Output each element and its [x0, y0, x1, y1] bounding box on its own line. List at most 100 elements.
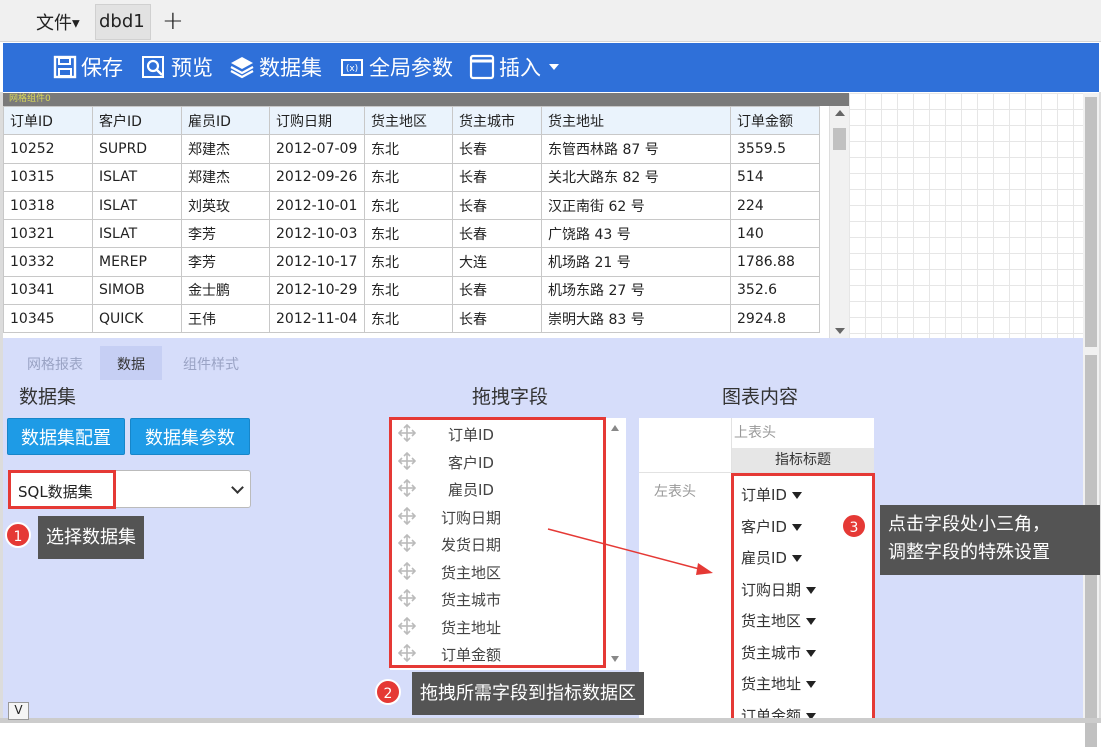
global-params-button[interactable]: (x) 全局参数	[339, 51, 453, 83]
table-cell[interactable]: SIMOB	[92, 275, 182, 306]
table-cell[interactable]: 长春	[452, 134, 542, 164]
table-cell[interactable]: 李芳	[181, 247, 270, 277]
table-scrollbar[interactable]	[829, 106, 849, 338]
table-cell[interactable]: 长春	[452, 304, 542, 334]
tab-grid-report[interactable]: 网格报表	[11, 346, 99, 380]
table-cell[interactable]: 10341	[3, 275, 93, 306]
table-cell[interactable]: 李芳	[181, 219, 270, 249]
tab-component-style[interactable]: 组件样式	[166, 346, 256, 380]
table-cell[interactable]: 关北大路东 82 号	[541, 162, 731, 192]
table-cell[interactable]: 金士鹏	[181, 275, 270, 306]
table-cell[interactable]: SUPRD	[92, 134, 182, 164]
table-cell[interactable]: 东北	[364, 219, 453, 249]
table-header[interactable]: 货主城市	[452, 106, 542, 136]
design-canvas-grid[interactable]	[849, 93, 1083, 338]
table-cell[interactable]: 汉正南街 62 号	[541, 190, 731, 221]
table-cell[interactable]: 2924.8	[730, 304, 820, 334]
table-cell[interactable]: 2012-07-09	[269, 134, 365, 164]
tab-dbd1[interactable]: dbd1	[95, 4, 151, 40]
table-cell[interactable]: ISLAT	[92, 219, 182, 249]
preview-button[interactable]: 预览	[141, 51, 213, 83]
table-cell[interactable]: 224	[730, 190, 820, 221]
layers-icon	[230, 57, 254, 79]
table-cell[interactable]: 崇明大路 83 号	[541, 304, 731, 334]
table-row[interactable]: 10252 SUPRD 郑建杰 2012-07-09 东北 长春 东管西林路 87 号 355…	[3, 134, 820, 164]
page-scrollbar[interactable]	[1083, 93, 1099, 747]
table-header[interactable]: 货主地址	[541, 106, 731, 136]
table-cell[interactable]: 10315	[3, 162, 93, 192]
table-cell[interactable]: 长春	[452, 275, 542, 306]
table-cell[interactable]: 郑建杰	[181, 134, 270, 164]
table-cell[interactable]: 东北	[364, 247, 453, 277]
table-cell[interactable]: 长春	[452, 219, 542, 249]
table-cell[interactable]: 3559.5	[730, 134, 820, 164]
file-menu[interactable]: 文件▼	[36, 9, 80, 35]
save-button[interactable]: 保存	[53, 51, 123, 83]
table-cell[interactable]: QUICK	[92, 304, 182, 334]
table-cell[interactable]: 10321	[3, 219, 93, 249]
table-cell[interactable]: 刘英玫	[181, 190, 270, 221]
table-row[interactable]: 10332 MEREP 李芳 2012-10-17 东北 大连 机场路 21 号 1786.8…	[3, 247, 820, 277]
table-cell[interactable]: 长春	[452, 190, 542, 221]
table-row[interactable]: 10341 SIMOB 金士鹏 2012-10-29 东北 长春 机场东路 27 号 352.…	[3, 275, 820, 306]
table-header[interactable]: 货主地区	[364, 106, 453, 136]
grid-component-bar[interactable]: 网格组件0	[3, 93, 849, 106]
table-header[interactable]: 客户ID	[92, 106, 182, 136]
table-cell[interactable]: 东管西林路 87 号	[541, 134, 731, 164]
dataset-button[interactable]: 数据集	[229, 51, 322, 83]
table-cell[interactable]: 东北	[364, 190, 453, 221]
table-cell[interactable]: 514	[730, 162, 820, 192]
table-header[interactable]: 订购日期	[269, 106, 365, 136]
table-cell[interactable]: ISLAT	[92, 162, 182, 192]
table-cell[interactable]: 王伟	[181, 304, 270, 334]
table-cell[interactable]: 140	[730, 219, 820, 249]
dataset-params-button[interactable]: 数据集参数	[130, 418, 250, 455]
table-cell[interactable]: 2012-10-17	[269, 247, 365, 277]
table-cell[interactable]: 10332	[3, 247, 93, 277]
table-row[interactable]: 10315 ISLAT 郑建杰 2012-09-26 东北 长春 关北大路东 82 号 514	[3, 162, 820, 192]
scroll-down-icon[interactable]	[611, 656, 619, 662]
table-cell[interactable]: 2012-09-26	[269, 162, 365, 192]
table-cell[interactable]: 东北	[364, 275, 453, 306]
dataset-config-button[interactable]: 数据集配置	[7, 418, 125, 455]
table-cell[interactable]: 2012-10-29	[269, 275, 365, 306]
table-cell[interactable]: 2012-11-04	[269, 304, 365, 334]
table-cell[interactable]: 10252	[3, 134, 93, 164]
table-cell[interactable]: 2012-10-01	[269, 190, 365, 221]
table-cell[interactable]: 东北	[364, 304, 453, 334]
table-header[interactable]: 订单金额	[730, 106, 820, 136]
table-cell[interactable]: 10345	[3, 304, 93, 334]
table-header[interactable]: 雇员ID	[181, 106, 270, 136]
table-cell[interactable]: 10318	[3, 190, 93, 221]
left-header-label[interactable]: 左表头	[654, 481, 696, 501]
table-cell[interactable]: 东北	[364, 162, 453, 192]
table-cell[interactable]: 广饶路 43 号	[541, 219, 731, 249]
tab-data[interactable]: 数据	[100, 346, 162, 380]
upper-header-label[interactable]: 上表头	[734, 422, 776, 442]
scrollbar-thumb[interactable]	[833, 128, 846, 150]
svg-text:(x): (x)	[346, 64, 358, 74]
table-cell[interactable]: 352.6	[730, 275, 820, 306]
add-tab-button[interactable]: +	[162, 6, 184, 36]
table-header[interactable]: 订单ID	[3, 106, 93, 136]
table-cell[interactable]: 机场东路 27 号	[541, 275, 731, 306]
table-row[interactable]: 10345 QUICK 王伟 2012-11-04 东北 长春 崇明大路 83 号 2924.…	[3, 304, 820, 334]
table-cell[interactable]: MEREP	[92, 247, 182, 277]
table-cell[interactable]: 机场路 21 号	[541, 247, 731, 277]
save-icon	[53, 55, 77, 79]
table-cell[interactable]: 2012-10-03	[269, 219, 365, 249]
table-cell[interactable]: 大连	[452, 247, 542, 277]
table-cell[interactable]: 长春	[452, 162, 542, 192]
table-cell[interactable]: 1786.88	[730, 247, 820, 277]
insert-button[interactable]: 插入	[469, 51, 559, 83]
table-cell[interactable]: 东北	[364, 134, 453, 164]
table-row[interactable]: 10321 ISLAT 李芳 2012-10-03 东北 长春 广饶路 43 号 140	[3, 219, 820, 249]
panel-toggle-button[interactable]: V	[8, 702, 29, 720]
table-cell[interactable]: 郑建杰	[181, 162, 270, 192]
table-cell[interactable]: ISLAT	[92, 190, 182, 221]
scroll-down-icon[interactable]	[835, 328, 845, 334]
scroll-up-icon[interactable]	[835, 110, 845, 116]
scroll-up-icon[interactable]	[611, 425, 619, 431]
table-row[interactable]: 10318 ISLAT 刘英玫 2012-10-01 东北 长春 汉正南街 62 号 224	[3, 190, 820, 221]
scrollbar-thumb[interactable]	[1085, 97, 1097, 347]
